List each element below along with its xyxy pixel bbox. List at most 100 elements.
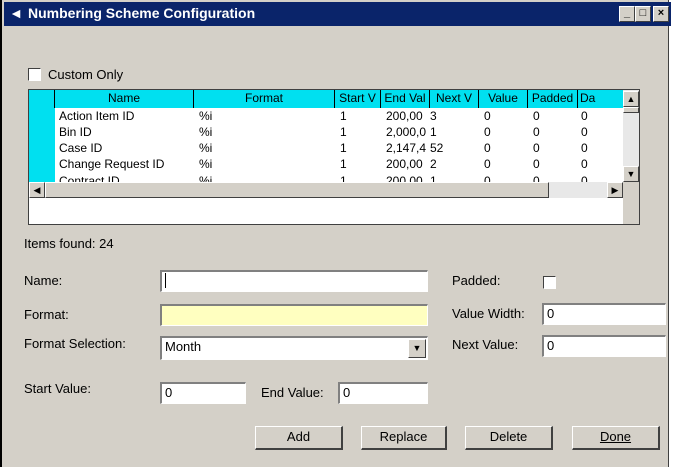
maximize-button[interactable]: □ (635, 6, 651, 22)
scroll-right-button[interactable]: ▶ (607, 182, 623, 198)
text-caret (165, 273, 170, 288)
minimize-icon: _ (623, 7, 631, 19)
arrow-down-icon: ▼ (626, 169, 636, 179)
table-cell[interactable]: %i (199, 174, 329, 182)
table-cell[interactable]: 0 (533, 108, 573, 124)
table-cell[interactable]: 1 (340, 124, 380, 140)
done-button[interactable]: Done (572, 426, 660, 450)
minimize-button[interactable]: _ (619, 6, 635, 22)
chevron-down-icon: ▼ (412, 343, 422, 353)
table-cell[interactable]: 0 (581, 140, 611, 156)
row-header[interactable] (29, 108, 55, 124)
table-cell[interactable]: %i (199, 108, 329, 124)
add-button[interactable]: Add (255, 426, 343, 450)
next-value-label: Next Value: (452, 337, 519, 352)
items-found-label: Items found: 24 (24, 236, 114, 251)
table-cell[interactable]: Change Request ID (59, 156, 194, 172)
table-cell[interactable]: 0 (533, 156, 573, 172)
table-cell[interactable]: 1 (430, 174, 474, 182)
column-header-start-value[interactable]: Start V (335, 90, 381, 108)
column-header-date[interactable]: Da (578, 90, 624, 108)
end-value-text: 0 (343, 385, 351, 400)
close-button[interactable]: × (653, 6, 669, 22)
table-cell[interactable]: 0 (484, 156, 524, 172)
name-label: Name: (24, 273, 63, 288)
row-header[interactable] (29, 140, 55, 156)
title-bar[interactable]: ◄ Numbering Scheme Configuration _ □ × (4, 2, 671, 26)
name-input[interactable] (160, 270, 428, 292)
column-header-padded[interactable]: Padded (528, 90, 578, 108)
table-cell[interactable]: %i (199, 124, 329, 140)
arrow-left-icon: ◀ (33, 185, 41, 195)
table-cell[interactable]: 0 (581, 124, 611, 140)
table-cell[interactable]: 0 (484, 124, 524, 140)
end-value-input[interactable]: 0 (338, 382, 428, 404)
table-cell[interactable]: 0 (581, 174, 611, 182)
start-value-input[interactable]: 0 (160, 382, 246, 404)
scroll-left-button[interactable]: ◀ (29, 182, 45, 198)
table-cell[interactable]: 1 (340, 140, 380, 156)
row-header[interactable] (29, 172, 55, 182)
value-width-label: Value Width: (452, 306, 525, 321)
format-selection-dropdown[interactable]: Month ▼ (160, 336, 428, 360)
table-cell[interactable]: 2 (430, 156, 474, 172)
table-cell[interactable]: 52 (430, 140, 474, 156)
table-cell[interactable]: Action Item ID (59, 108, 194, 124)
table-cell[interactable]: 1 (340, 174, 380, 182)
table-cell[interactable]: Bin ID (59, 124, 194, 140)
column-header-format[interactable]: Format (194, 90, 335, 108)
value-width-input[interactable]: 0 (542, 303, 666, 325)
table-cell[interactable]: 0 (484, 140, 524, 156)
table-cell[interactable]: 200,00 (386, 108, 430, 124)
table-cell[interactable]: %i (199, 140, 329, 156)
custom-only-checkbox[interactable] (28, 68, 41, 81)
dropdown-button[interactable]: ▼ (408, 339, 426, 358)
table-cell[interactable]: 0 (533, 140, 573, 156)
row-header[interactable] (29, 124, 55, 140)
numbering-schemes-grid[interactable]: Name Format Start V End Val Next V Value… (28, 89, 640, 225)
scroll-up-button[interactable]: ▲ (623, 91, 639, 107)
replace-button[interactable]: Replace (361, 426, 447, 450)
delete-button[interactable]: Delete (465, 426, 553, 450)
table-cell[interactable]: 0 (484, 174, 524, 182)
arrow-up-icon: ▲ (626, 94, 636, 104)
table-cell[interactable]: 0 (581, 156, 611, 172)
table-cell[interactable]: 0 (484, 108, 524, 124)
column-header-value[interactable]: Value (479, 90, 528, 108)
table-cell[interactable]: 200,00 (386, 174, 430, 182)
padded-label: Padded: (452, 273, 501, 288)
table-cell[interactable]: 0 (533, 174, 573, 182)
end-value-label: End Value: (261, 385, 324, 400)
table-cell[interactable]: 1 (340, 156, 380, 172)
format-selection-value: Month (165, 339, 202, 354)
row-header[interactable] (29, 156, 55, 172)
table-cell[interactable]: 0 (533, 124, 573, 140)
horizontal-scrollbar[interactable]: ◀ ▶ (29, 182, 623, 198)
column-header-next-value[interactable]: Next V (430, 90, 479, 108)
table-cell[interactable]: 2,000,0 (386, 124, 430, 140)
table-cell[interactable]: Contract ID (59, 174, 194, 182)
format-input[interactable] (160, 304, 428, 326)
scroll-down-button[interactable]: ▼ (623, 166, 639, 182)
arrow-right-icon: ▶ (611, 185, 619, 195)
table-cell[interactable]: 1 (430, 124, 474, 140)
table-cell[interactable]: Case ID (59, 140, 194, 156)
padded-checkbox[interactable] (543, 276, 556, 289)
table-cell[interactable]: 3 (430, 108, 474, 124)
vertical-scroll-thumb[interactable] (623, 107, 639, 113)
table-cell[interactable]: 200,00 (386, 156, 430, 172)
column-header-name[interactable]: Name (55, 90, 194, 108)
horizontal-scroll-thumb[interactable] (45, 182, 549, 198)
window-title: Numbering Scheme Configuration (28, 5, 256, 21)
table-cell[interactable]: 1 (340, 108, 380, 124)
app-icon[interactable]: ◄ (8, 5, 24, 21)
next-value-input[interactable]: 0 (542, 335, 666, 357)
value-width-text: 0 (547, 306, 555, 321)
table-cell[interactable]: 2,147,4 (386, 140, 430, 156)
column-header-end-value[interactable]: End Val (381, 90, 430, 108)
maximize-icon: □ (639, 7, 647, 19)
table-cell[interactable]: 0 (581, 108, 611, 124)
vertical-scrollbar[interactable]: ▲ ▼ (623, 90, 639, 182)
format-label: Format: (24, 307, 69, 322)
table-cell[interactable]: %i (199, 156, 329, 172)
